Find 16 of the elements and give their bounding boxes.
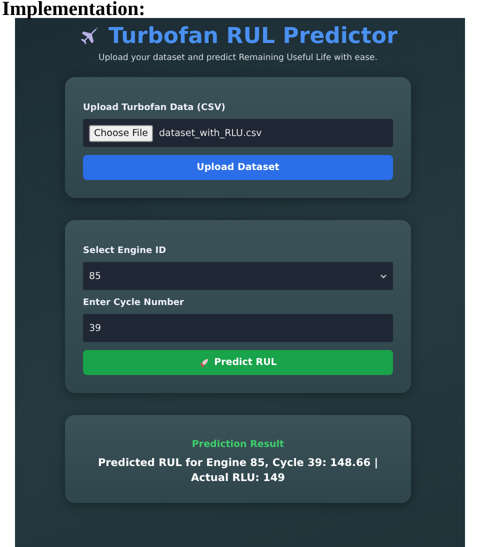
rocket-icon <box>199 358 210 368</box>
cycle-input[interactable]: 39 <box>83 314 393 342</box>
upload-button[interactable]: Upload Dataset <box>83 155 393 180</box>
app-subtitle: Upload your dataset and predict Remaining Useful Life with ease. <box>98 53 378 63</box>
chevron-down-icon <box>380 274 387 278</box>
field-label: Enter Cycle Number <box>83 298 185 308</box>
result-title: Prediction Result <box>190 439 286 450</box>
file-input[interactable]: Choose File dataset_with_RLU.csv <box>83 119 393 147</box>
choose-file-button[interactable]: Choose File <box>89 124 153 142</box>
engine-select[interactable]: 85 <box>83 262 393 290</box>
result-text: Predicted RUL for Engine 85, Cycle 39: 148.66 | Actual RLU: 149 <box>96 456 380 486</box>
field-label: Select Engine ID <box>83 246 168 256</box>
document-heading: Implementation: <box>2 0 146 18</box>
app-title: Turbofan RUL Predictor <box>108 24 398 49</box>
file-name: dataset_with_RLU.csv <box>159 128 262 138</box>
field-label: Upload Turbofan Data (CSV) <box>83 103 226 113</box>
